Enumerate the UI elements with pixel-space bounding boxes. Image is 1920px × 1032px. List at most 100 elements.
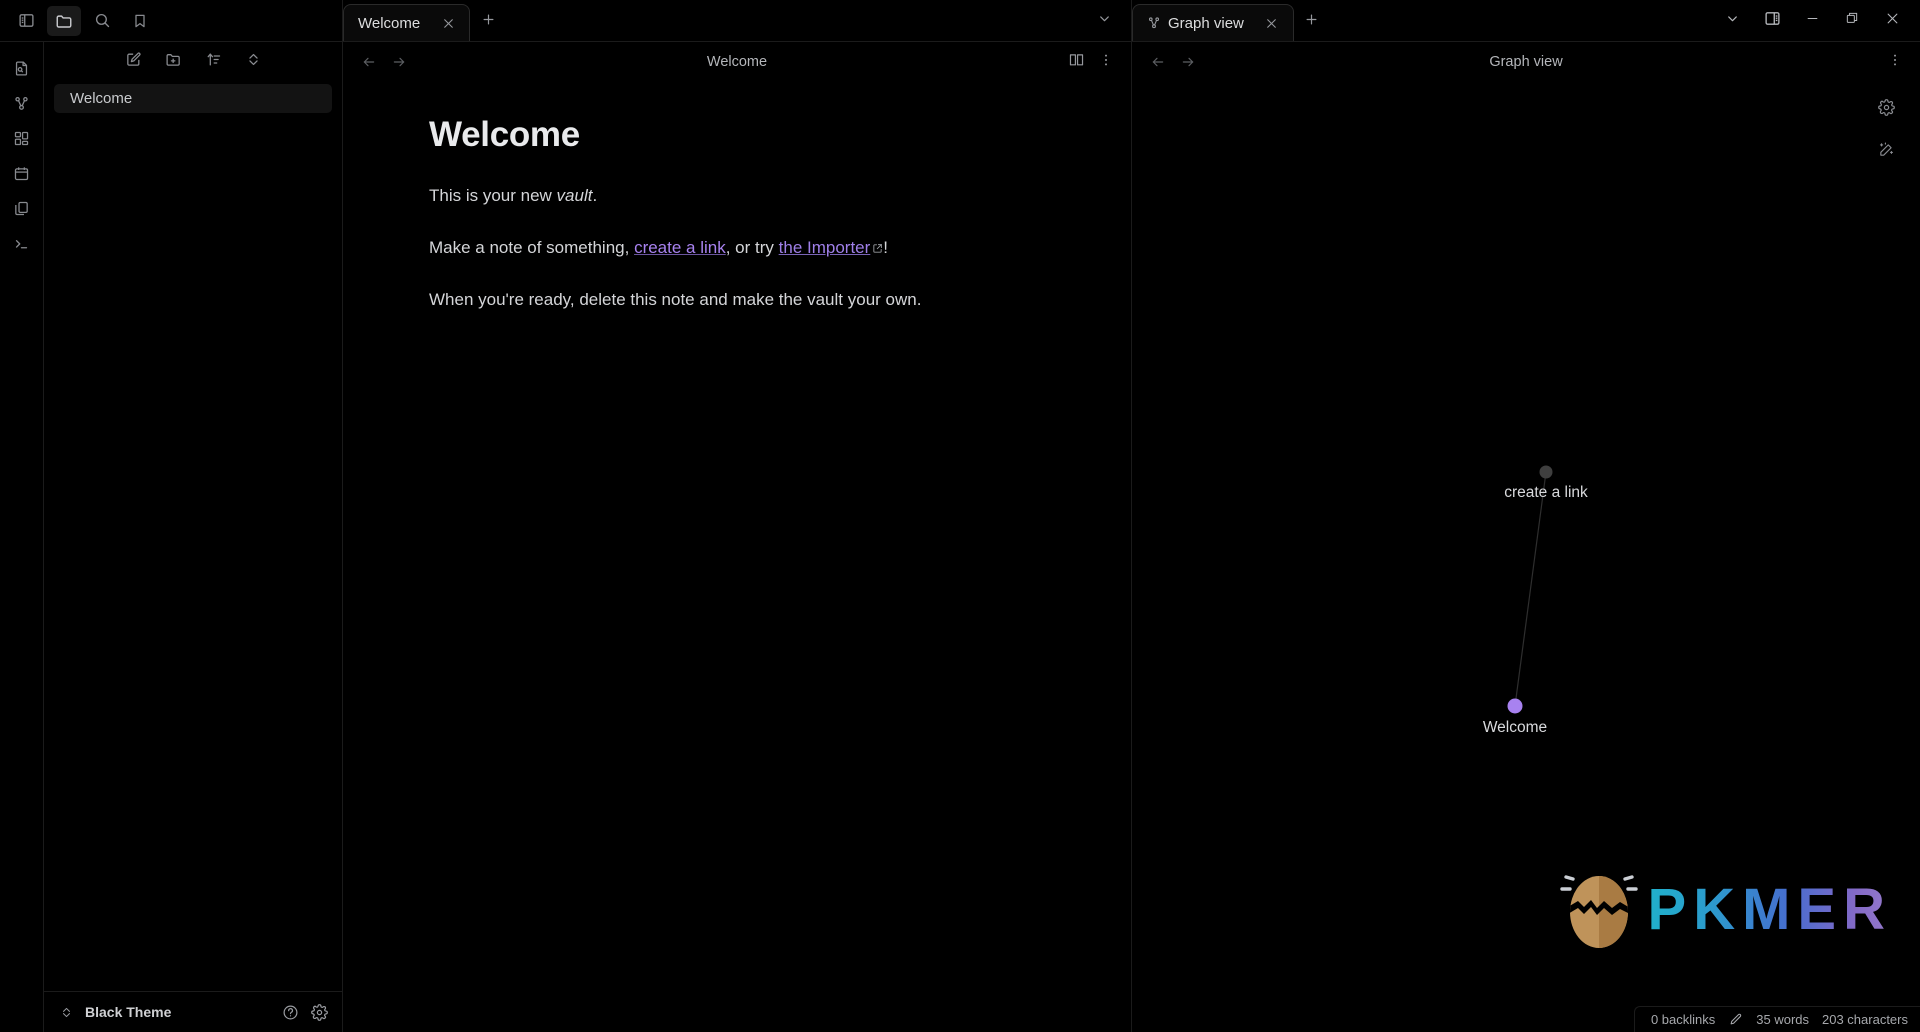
editor-pane: Welcome Welcome This is your new vault. … — [343, 42, 1132, 1032]
tab-label: Graph view — [1168, 14, 1244, 32]
minimize-window-button[interactable] — [1794, 5, 1830, 37]
search-button[interactable] — [85, 6, 119, 36]
editor-pane-header: Welcome — [343, 42, 1131, 82]
chevron-down-icon — [1725, 11, 1740, 31]
p2-mid: , or try — [725, 237, 779, 257]
file-item-welcome[interactable]: Welcome — [54, 84, 332, 113]
editor-scroll-area[interactable]: Welcome This is your new vault. Make a n… — [343, 82, 1131, 1032]
graph-settings-button[interactable] — [1874, 98, 1898, 122]
new-note-button[interactable] — [122, 51, 144, 73]
navigate-forward-button[interactable] — [387, 50, 411, 74]
calendar-icon — [13, 165, 30, 182]
chevrons-collapse-icon — [245, 51, 262, 73]
navigate-back-button[interactable] — [1146, 50, 1170, 74]
sidebar-item-templates[interactable] — [6, 192, 38, 224]
graph-tab-group: Graph view — [1132, 0, 1920, 41]
file-item-label: Welcome — [70, 90, 133, 107]
copy-files-icon — [13, 200, 30, 217]
sidebar-item-search-in-file[interactable] — [6, 52, 38, 84]
tab-group-options-button[interactable] — [1089, 6, 1119, 36]
pencil-icon[interactable] — [1728, 1012, 1743, 1027]
p1-emphasis: vault — [556, 186, 593, 205]
window-controls — [1714, 0, 1920, 41]
external-link-icon — [872, 235, 883, 263]
external-link-the-importer[interactable]: the Importer — [779, 238, 871, 257]
folder-button[interactable] — [47, 5, 81, 36]
p1-post: . — [592, 186, 598, 205]
restore-icon — [1845, 11, 1859, 30]
new-tab-button[interactable] — [474, 7, 502, 37]
graph-pane-header: Graph view — [1132, 42, 1920, 82]
bookmarks-button[interactable] — [123, 6, 157, 36]
graph-nav-arrows — [1146, 50, 1200, 74]
maximize-window-button[interactable] — [1834, 5, 1870, 37]
graph-canvas[interactable]: create a link Welcome — [1132, 82, 1920, 1032]
obsidian-window: Welcome Graph view Welcome Black Theme W… — [0, 0, 1920, 1032]
graph-header-actions — [1882, 49, 1908, 75]
graph-pane-title: Graph view — [1489, 54, 1563, 70]
tab-label: Welcome — [358, 14, 421, 32]
diamond-chevron-icon[interactable] — [60, 1006, 73, 1019]
document-paragraph-3: When you're ready, delete this note and … — [429, 290, 922, 310]
internal-link-create-a-link[interactable]: create a link — [634, 238, 726, 257]
reading-mode-button[interactable] — [1063, 49, 1089, 75]
tab-welcome[interactable]: Welcome — [343, 4, 471, 41]
bookmark-icon — [132, 13, 148, 29]
explorer-toolbar — [44, 42, 342, 82]
graph-node-welcome[interactable] — [1507, 698, 1523, 714]
toggle-left-sidebar-button[interactable] — [9, 6, 43, 36]
word-count[interactable]: 35 words — [1756, 1012, 1809, 1027]
theme-name-label: Black Theme — [85, 1004, 172, 1020]
navigate-forward-button[interactable] — [1176, 50, 1200, 74]
tab-graph-view[interactable]: Graph view — [1132, 4, 1294, 41]
editor-more-options-button[interactable] — [1093, 49, 1119, 75]
graph-animate-button[interactable] — [1874, 140, 1898, 164]
status-bar: 0 backlinks 35 words 203 characters — [1633, 1006, 1920, 1032]
toggle-right-sidebar-button[interactable] — [1754, 5, 1790, 37]
sidebar-footer: Black Theme — [44, 991, 342, 1032]
minimize-icon — [1805, 11, 1820, 31]
file-search-icon — [13, 60, 30, 77]
p1-pre: This is your new — [429, 186, 557, 205]
tab-close-button[interactable] — [437, 12, 459, 34]
tabstrip: Welcome Graph view — [343, 0, 1920, 41]
ribbon-sidebar — [0, 42, 44, 1032]
pencil-square-icon — [125, 51, 142, 73]
graph-node-create-a-link[interactable] — [1539, 465, 1553, 479]
navigate-back-button[interactable] — [357, 50, 381, 74]
folder-icon — [55, 12, 73, 30]
tab-close-button[interactable] — [1261, 12, 1283, 34]
sidebar-right-icon — [1764, 10, 1781, 32]
sidebar-item-graph-view[interactable] — [6, 87, 38, 119]
graph-edges — [1514, 471, 1547, 707]
help-circle-icon[interactable] — [282, 1004, 299, 1021]
collapse-all-button[interactable] — [242, 51, 264, 73]
new-folder-button[interactable] — [162, 51, 184, 73]
gear-icon[interactable] — [311, 1003, 328, 1021]
close-icon — [1885, 11, 1900, 31]
sidebar-item-canvas[interactable] — [6, 122, 38, 154]
sidebar-item-daily-notes[interactable] — [6, 157, 38, 189]
editor-header-actions — [1063, 49, 1119, 75]
plus-icon — [1304, 12, 1319, 32]
change-sort-order-button[interactable] — [202, 51, 224, 73]
new-tab-button[interactable] — [1298, 7, 1326, 37]
file-explorer-sidebar: Welcome Black Theme — [44, 42, 343, 1032]
editor-document[interactable]: Welcome This is your new vault. Make a n… — [387, 114, 1087, 314]
tab-group-options-right-button[interactable] — [1714, 5, 1750, 37]
editor-tab-group: Welcome — [343, 0, 1132, 41]
editor-nav-arrows — [357, 50, 411, 74]
graph-more-options-button[interactable] — [1882, 49, 1908, 75]
vertical-dots-icon — [1098, 52, 1114, 73]
document-paragraph-2: Make a note of something, create a link,… — [429, 234, 1045, 263]
sort-asc-icon — [205, 51, 222, 73]
character-count[interactable]: 203 characters — [1822, 1012, 1908, 1027]
terminal-icon — [13, 235, 30, 252]
workspace: Welcome Black Theme Welcome Welcome This… — [0, 42, 1920, 1032]
backlink-count[interactable]: 0 backlinks — [1651, 1012, 1715, 1027]
plus-icon — [481, 12, 496, 32]
p2-post: ! — [883, 237, 889, 257]
close-window-button[interactable] — [1874, 5, 1910, 37]
sidebar-item-terminal[interactable] — [6, 227, 38, 259]
titlebar: Welcome Graph view — [0, 0, 1920, 42]
